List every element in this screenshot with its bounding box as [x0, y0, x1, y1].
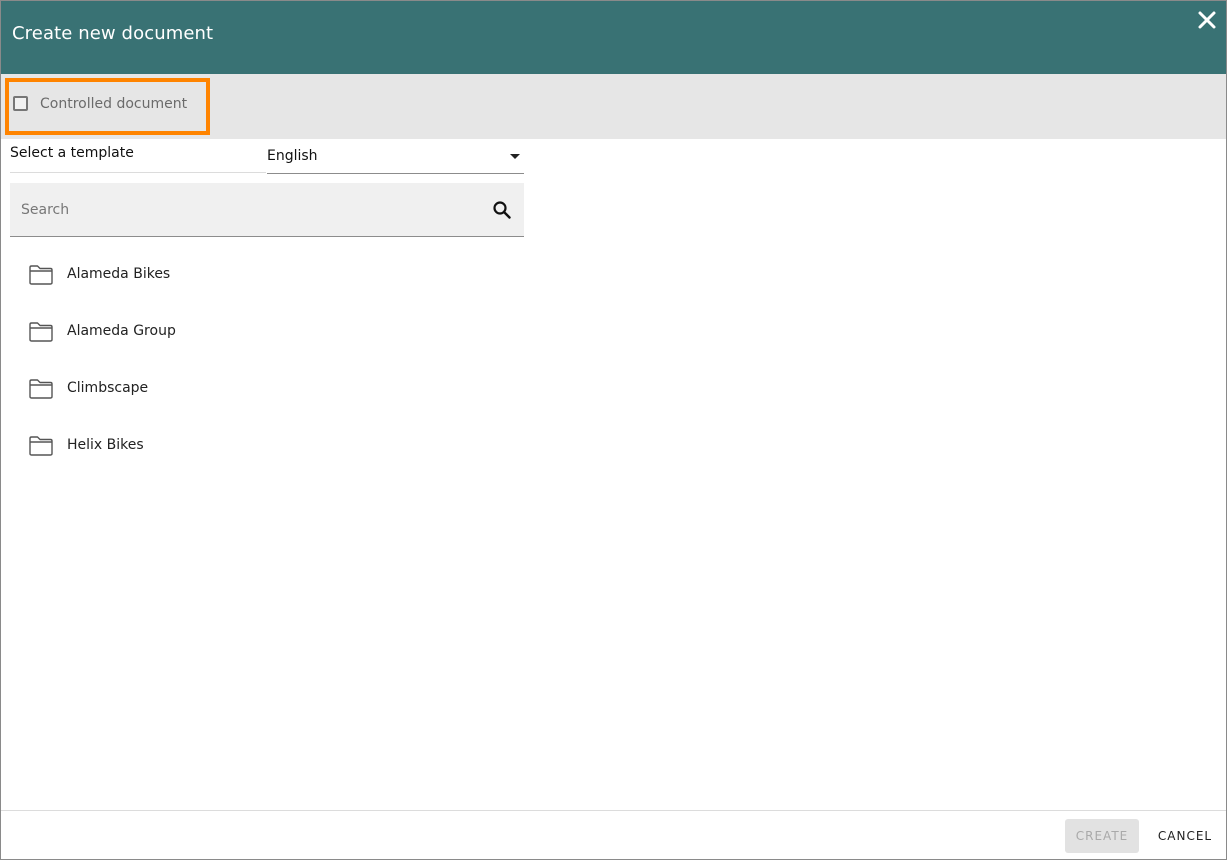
- select-template-label: Select a template: [10, 145, 134, 161]
- controlled-document-checkbox[interactable]: [13, 96, 28, 111]
- cancel-button[interactable]: CANCEL: [1147, 819, 1223, 853]
- controlled-document-label[interactable]: Controlled document: [40, 96, 187, 112]
- close-icon[interactable]: [1196, 9, 1218, 31]
- language-select-value: English: [267, 148, 318, 164]
- options-bar: Controlled document: [1, 74, 1226, 139]
- folder-icon: [29, 322, 53, 342]
- list-item[interactable]: Climbscape: [1, 360, 601, 417]
- language-select[interactable]: English: [267, 141, 524, 174]
- list-item-label: Alameda Group: [67, 323, 176, 339]
- list-item[interactable]: Alameda Group: [1, 303, 601, 360]
- template-folder-list: Alameda Bikes Alameda Group Climbscape H…: [1, 246, 601, 474]
- search-box: [10, 183, 524, 237]
- create-button[interactable]: CREATE: [1065, 819, 1139, 853]
- list-item-label: Helix Bikes: [67, 437, 144, 453]
- list-item-label: Climbscape: [67, 380, 149, 396]
- caret-down-icon: [510, 154, 520, 159]
- template-label-divider: [10, 172, 266, 173]
- search-icon[interactable]: [492, 200, 512, 220]
- list-item[interactable]: Helix Bikes: [1, 417, 601, 474]
- search-input[interactable]: [10, 183, 470, 236]
- dialog-title: Create new document: [12, 23, 214, 44]
- folder-icon: [29, 379, 53, 399]
- footer-divider: [1, 810, 1226, 811]
- list-item[interactable]: Alameda Bikes: [1, 246, 601, 303]
- create-document-dialog: Create new document Controlled document …: [0, 0, 1227, 860]
- list-item-label: Alameda Bikes: [67, 266, 171, 282]
- folder-icon: [29, 265, 53, 285]
- folder-icon: [29, 436, 53, 456]
- dialog-header: Create new document: [1, 1, 1226, 74]
